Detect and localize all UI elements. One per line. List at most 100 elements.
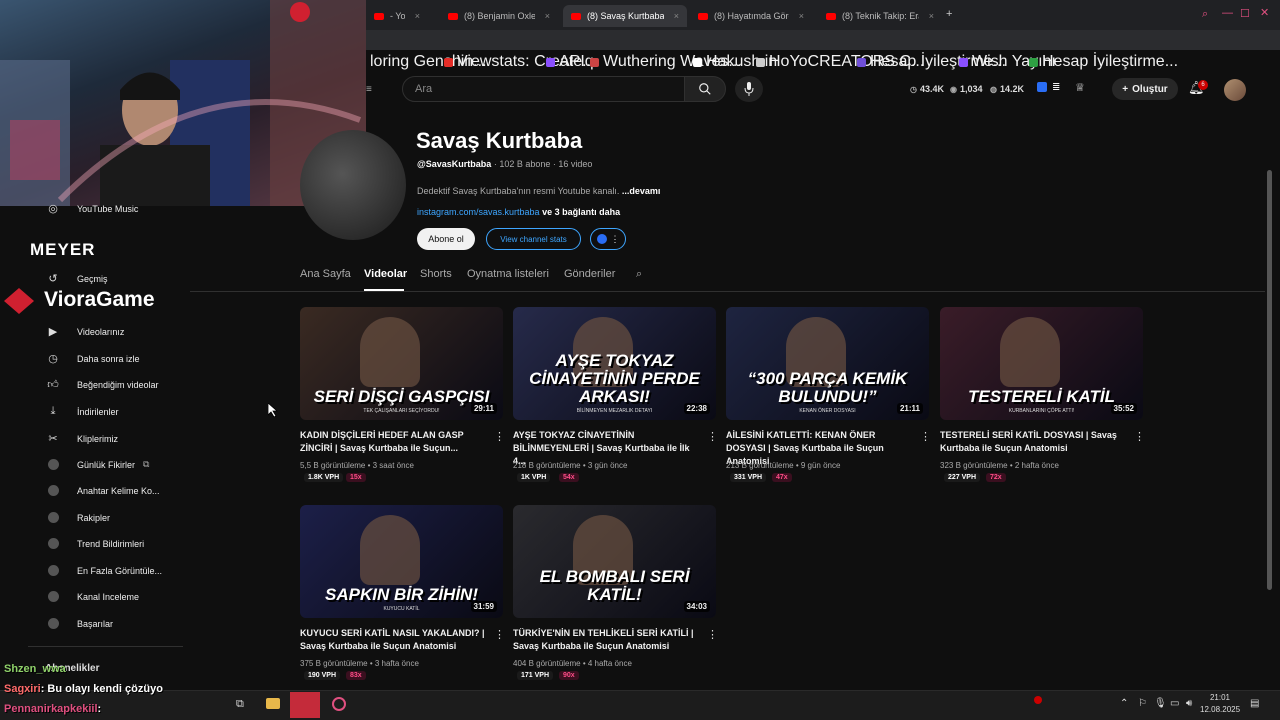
sidebar-item[interactable]: ✂ Kliplerimiz (47, 432, 118, 445)
task-view-icon[interactable]: ⧉ (236, 698, 244, 711)
list-icon[interactable]: ≣ (1052, 82, 1060, 93)
video-duration: 22:38 (683, 403, 710, 414)
search-button[interactable] (684, 76, 726, 102)
video-title[interactable]: TÜRKİYE'NİN EN TEHLİKELİ SERİ KATİLİ | S… (513, 627, 703, 653)
new-tab-button[interactable]: + (946, 8, 952, 20)
channel-links-more[interactable]: ve 3 bağlantı daha (542, 207, 620, 217)
account-avatar[interactable] (1224, 79, 1246, 101)
channel-extension-button[interactable]: ⋮ (590, 228, 626, 250)
bookmark-item[interactable]: Hesap İyileştirme... (1029, 53, 1178, 71)
sidebar-item[interactable]: ⤓ İndirilenler (47, 405, 119, 418)
tab-close-icon[interactable]: × (545, 11, 550, 21)
video-thumbnail[interactable]: AYŞE TOKYAZ CİNAYETİNİN PERDE ARKASI! BİL… (513, 307, 716, 420)
browser-tab[interactable]: (8) Benjamin Oxley'nin Tr × (440, 5, 558, 27)
sidebar-tool-item[interactable]: Başarılar (48, 618, 113, 629)
sidebar-tool-item[interactable]: Rakipler (48, 512, 110, 523)
video-title[interactable]: KUYUCU SERİ KATİL NASIL YAKALANDI? | Sav… (300, 627, 490, 653)
video-age: 3 hafta önce (374, 659, 419, 668)
notification-center-icon[interactable]: ▤ (1250, 698, 1259, 709)
sidebar-item-label: İndirilenler (77, 406, 119, 417)
close-icon[interactable]: ✕ (1260, 6, 1269, 19)
subscribe-button[interactable]: Abone ol (417, 228, 475, 250)
sidebar-tool-item[interactable]: Günlük Fikirler ⧉ (48, 459, 149, 470)
mic-icon (744, 82, 754, 96)
browser-tab[interactable]: (8) Teknik Takip: Eray Kur × (818, 5, 942, 27)
video-thumbnail[interactable]: EL BOMBALI SERİ KATİL! 34:03 (513, 505, 716, 618)
sidebar-item-youtube-music[interactable]: ◎ YouTube Music (47, 202, 138, 215)
tab-close-icon[interactable]: × (799, 11, 804, 21)
video-menu-icon[interactable]: ⋮ (494, 628, 505, 641)
video-menu-icon[interactable]: ⋮ (920, 430, 931, 443)
sidebar-item[interactable]: 👍︎ Beğendiğim videolar (47, 378, 158, 391)
video-menu-icon[interactable]: ⋮ (707, 628, 718, 641)
sidebar-item[interactable]: ▶ Videolarınız (47, 325, 125, 338)
browser-tab-label: (8) Teknik Takip: Eray Kur (842, 11, 919, 21)
tray-mic-icon[interactable]: 🎙︎ (1154, 698, 1167, 709)
channel-link[interactable]: instagram.com/savas.kurtbaba (417, 207, 540, 217)
search-input[interactable]: Ara (402, 76, 685, 102)
browser-tab[interactable]: - YouTube Stu × (366, 5, 428, 27)
tray-volume-icon[interactable]: 🔊︎ (1186, 698, 1192, 709)
taskbar-app-active[interactable] (290, 692, 320, 718)
voice-search-button[interactable] (735, 76, 763, 102)
sidebar-item[interactable]: ◷ Daha sonra izle (47, 352, 139, 365)
video-thumbnail[interactable]: TESTERELİ KATİL KURBANLARINI ÇÖPE ATTI! 35… (940, 307, 1143, 420)
video-vph-badge: 1K VPH (517, 473, 551, 482)
hamburger-icon[interactable]: ≡ (366, 84, 372, 95)
meta-separator: • (365, 461, 373, 470)
video-thumbnail[interactable]: SERİ DİŞÇİ GASPÇISI TEK ÇALIŞANLARI SEÇİY… (300, 307, 503, 420)
sidebar-tool-item[interactable]: Anahtar Kelime Ko... (48, 485, 160, 496)
channel-search-icon[interactable]: ⌕ (636, 268, 642, 281)
sidebar-tool-item[interactable]: En Fazla Görüntüle... (48, 565, 162, 576)
browser-taskbar-icon[interactable] (332, 697, 346, 711)
video-age: 3 saat önce (372, 461, 414, 470)
video-menu-icon[interactable]: ⋮ (707, 430, 718, 443)
video-title[interactable]: TESTERELİ SERİ KATİL DOSYASI | Savaş Kur… (940, 429, 1130, 455)
taskbar-clock[interactable]: 21:01 12.08.2025 (1200, 692, 1240, 716)
video-menu-icon[interactable]: ⋮ (1134, 430, 1145, 443)
tab-close-icon[interactable]: × (415, 11, 420, 21)
channel-links[interactable]: instagram.com/savas.kurtbaba ve 3 bağlan… (417, 207, 620, 217)
create-button[interactable]: + Oluştur (1112, 78, 1178, 100)
channel-tab[interactable]: Ana Sayfa (300, 268, 351, 280)
view-channel-stats-button[interactable]: View channel stats (486, 228, 581, 250)
stat-value: 1,034 (959, 84, 983, 94)
meta-separator: • (793, 461, 801, 470)
thumbnail-text: “300 PARÇA KEMİK BULUNDU!” (747, 369, 908, 406)
video-thumbnail[interactable]: “300 PARÇA KEMİK BULUNDU!” KENAN ÖNER DOS… (726, 307, 929, 420)
minimize-icon[interactable]: — (1222, 7, 1233, 19)
stat-value: 43.4K (919, 84, 945, 94)
bookmark-item[interactable]: APIq (546, 53, 594, 71)
video-thumbnail[interactable]: SAPKIN BİR ZİHİN! KUYUCU KATİL 31:59 (300, 505, 503, 618)
channel-description[interactable]: Dedektif Savaş Kurtbaba'nın resmi Youtub… (417, 186, 660, 196)
browser-tab[interactable]: (8) Savaş Kurtbaba - You × (563, 5, 687, 27)
channel-tab[interactable]: Gönderiler (564, 268, 615, 280)
sidebar-tool-label: Günlük Fikirler (77, 459, 136, 470)
tray-chevron-icon[interactable]: ⌃ (1120, 698, 1128, 709)
video-menu-icon[interactable]: ⋮ (494, 430, 505, 443)
tool-icon (48, 512, 59, 523)
tray-location-icon[interactable]: ⚐ (1138, 698, 1147, 709)
description-more[interactable]: ...devamı (622, 186, 661, 196)
file-explorer-icon[interactable] (266, 698, 280, 709)
sidebar-tool-item[interactable]: Kanal Inceleme (48, 591, 139, 602)
tab-close-icon[interactable]: × (929, 11, 934, 21)
channel-tab[interactable]: Videolar (364, 268, 407, 280)
maximize-icon[interactable]: ☐ (1240, 7, 1250, 20)
bookmark-label: Hesap İyileştirme... (1042, 53, 1179, 70)
video-title[interactable]: KADIN DİŞÇİLERİ HEDEF ALAN GASP ZİNCİRİ … (300, 429, 490, 455)
channel-tab[interactable]: Oynatma listeleri (467, 268, 549, 280)
tab-close-icon[interactable]: × (674, 11, 679, 21)
translate-icon[interactable] (1037, 82, 1047, 92)
search-icon[interactable]: ⌕ (1202, 8, 1208, 21)
page-scrollbar[interactable] (1267, 170, 1272, 590)
chat-message: Pennanirkapkekiil: (4, 703, 101, 715)
browser-tab[interactable]: (8) Hayatımda Gördüğüm × (690, 5, 812, 27)
tray-network-icon[interactable]: ▭ (1170, 698, 1179, 709)
trophy-icon[interactable]: ♕ (1075, 81, 1085, 94)
channel-avatar[interactable] (300, 130, 406, 240)
video-meta: 375 B görüntüleme • 3 hafta önce (300, 659, 419, 668)
channel-tab[interactable]: Shorts (420, 268, 452, 280)
sidebar-item[interactable]: ↺ Geçmiş (47, 272, 107, 285)
sidebar-tool-item[interactable]: Trend Bildirimleri (48, 538, 144, 549)
